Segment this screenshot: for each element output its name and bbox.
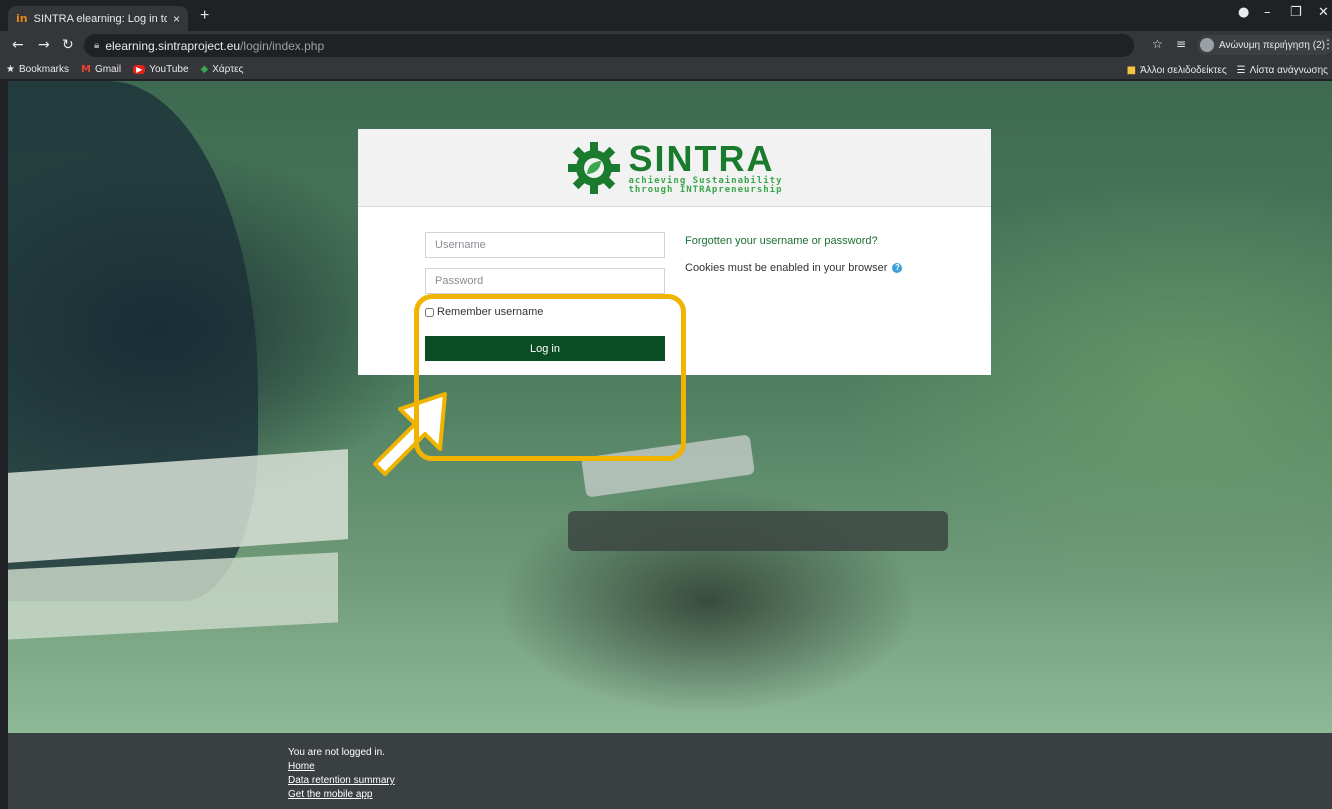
footer-link-home[interactable]: Home [288,760,395,773]
bookmark-label: Bookmarks [18,64,69,75]
tab-title: SINTRA elearning: Log in to the ‹ [33,12,167,25]
reload-icon[interactable]: ↻ [62,37,74,53]
maps-icon: ◆ [200,64,209,75]
profile-button[interactable]: Ανώνυμη περιήγηση (2) [1197,35,1332,55]
url-path: /login/index.php [240,38,325,53]
restore-icon[interactable]: ❐ [1290,5,1302,20]
menu-icon[interactable]: ⋮ [1322,37,1332,51]
tab-strip: in SINTRA elearning: Log in to the ‹ × +… [0,0,1332,31]
new-tab-button[interactable]: + [200,7,209,25]
back-icon[interactable]: ← [12,37,24,53]
cookies-notice: Cookies must be enabled in your browser … [685,262,903,274]
close-window-icon[interactable]: ✕ [1318,5,1329,20]
login-status: You are not logged in. [288,747,385,758]
card-header: SINTRA achieving Sustainability through … [358,129,991,207]
other-bookmarks-label: Άλλοι σελιδοδείκτες [1140,64,1227,76]
bookmark-label: Gmail [94,64,122,75]
logo-text: SINTRA achieving Sustainability through … [628,137,783,195]
close-tab-icon[interactable]: × [173,12,180,26]
bookmark-item-gmail[interactable]: M Gmail [81,64,121,75]
profile-label: Ανώνυμη περιήγηση (2) [1219,39,1325,51]
address-bar[interactable]: 🔒︎ elearning.sintraproject.eu /login/ind… [84,34,1134,57]
help-icon[interactable]: ? [892,263,903,273]
sintra-gear-logo-icon [568,141,621,194]
forgot-password-link[interactable]: Forgotten your username or password? [685,235,878,247]
background-laptop [568,511,948,551]
footer-link-mobile-app[interactable]: Get the mobile app [288,788,395,801]
logo-title: SINTRA [628,137,775,179]
gmail-icon: M [80,64,91,75]
record-icon[interactable]: ● [1238,5,1249,20]
bookmark-label: Χάρτες [212,64,244,75]
minimize-icon[interactable]: – [1264,5,1271,20]
bookmarks-bar: ★ Bookmarks M Gmail ▶ YouTube ◆ Χάρτες ■… [0,60,1332,80]
sintra-favicon-icon: in [16,12,28,25]
youtube-icon: ▶ [133,65,146,74]
logo-tagline: through INTRApreneurship [628,184,783,195]
forward-icon[interactable]: → [38,37,50,53]
cookies-text: Cookies must be enabled in your browser [685,262,888,274]
bookmark-item-bookmarks[interactable]: ★ Bookmarks [6,64,69,75]
password-input[interactable] [425,268,665,294]
reading-list[interactable]: ☰ Λίστα ανάγνωσης [1237,65,1328,76]
bookmark-item-youtube[interactable]: ▶ YouTube [133,64,189,75]
lock-icon: 🔒︎ [94,40,100,51]
browser-tab[interactable]: in SINTRA elearning: Log in to the ‹ × [8,6,188,31]
bookmark-star-icon[interactable]: ☆ [1152,37,1163,51]
incognito-avatar-icon [1200,38,1214,52]
bookmark-item-maps[interactable]: ◆ Χάρτες [201,64,244,75]
bookmark-label: YouTube [149,64,189,75]
username-input[interactable] [425,232,665,258]
other-bookmarks[interactable]: ■ Άλλοι σελιδοδείκτες [1127,65,1227,76]
page-background: SINTRA achieving Sustainability through … [8,81,1332,733]
highlight-frame [414,294,686,461]
star-icon: ★ [6,64,15,75]
footer-link-data-retention[interactable]: Data retention summary [288,774,395,787]
page-footer: You are not logged in. Home Data retenti… [8,733,1332,809]
url-host: elearning.sintraproject.eu [105,38,241,53]
browser-window: in SINTRA elearning: Log in to the ‹ × +… [0,0,1332,809]
reading-list-label: Λίστα ανάγνωσης [1249,64,1328,76]
reading-list-icon: ☰ [1236,64,1246,76]
folder-icon: ■ [1126,64,1137,76]
browser-toolbar: ← → ↻ 🔒︎ elearning.sintraproject.eu /log… [0,31,1332,60]
reading-list-icon[interactable]: ≡ [1176,37,1186,51]
